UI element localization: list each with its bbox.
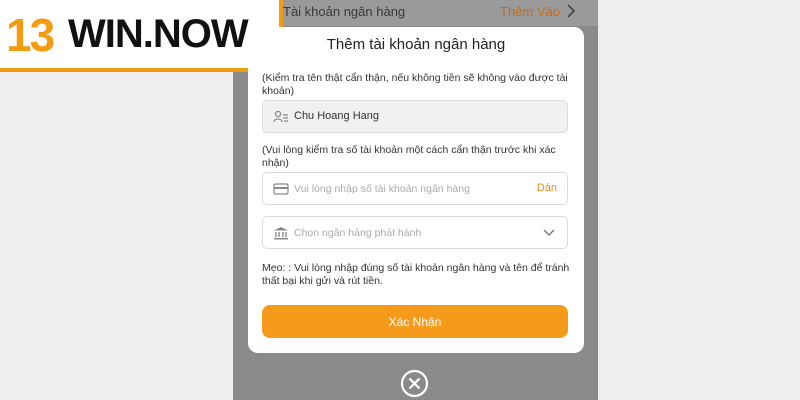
bank-icon — [274, 227, 288, 240]
modal-title: Thêm tài khoản ngân hàng — [326, 36, 506, 53]
account-note: (Vui lòng kiểm tra số tài khoản một cách… — [262, 144, 556, 169]
logo: 13 WIN.NOW — [0, 0, 283, 72]
account-number-placeholder: Vui lòng nhập số tài khoản ngân hàng — [294, 183, 470, 195]
bank-select-placeholder: Chọn ngân hàng phát hành — [294, 227, 422, 239]
paste-button[interactable]: Dán — [537, 182, 557, 194]
add-bank-link[interactable]: Thêm Vào — [500, 4, 560, 19]
chevron-right-icon[interactable] — [564, 3, 578, 19]
bank-account-row[interactable]: Tài khoản ngân hàng Thêm Vào — [233, 0, 598, 26]
tip-text: Mẹo: : Vui lòng nhập đúng số tài khoản n… — [262, 262, 570, 287]
account-holder-value: Chu Hoang Hang — [294, 110, 380, 122]
chevron-down-icon — [543, 229, 555, 236]
credit-card-icon — [273, 183, 289, 195]
account-holder-field[interactable]: Chu Hoang Hang — [262, 100, 568, 133]
logo-number: 13 — [6, 9, 55, 61]
account-number-input[interactable]: Vui lòng nhập số tài khoản ngân hàng Dán — [262, 172, 568, 205]
bank-account-label: Tài khoản ngân hàng — [283, 4, 406, 19]
id-card-icon — [273, 110, 288, 123]
confirm-button[interactable]: Xác Nhận — [262, 305, 568, 338]
name-note: (Kiểm tra tên thật cẩn thận, nếu không t… — [262, 72, 568, 97]
close-circle-icon[interactable] — [400, 369, 429, 398]
bank-select[interactable]: Chọn ngân hàng phát hành — [262, 216, 568, 249]
add-bank-account-modal: Thêm tài khoản ngân hàng (Kiểm tra tên t… — [248, 27, 584, 353]
logo-word: WIN.NOW — [68, 12, 249, 56]
